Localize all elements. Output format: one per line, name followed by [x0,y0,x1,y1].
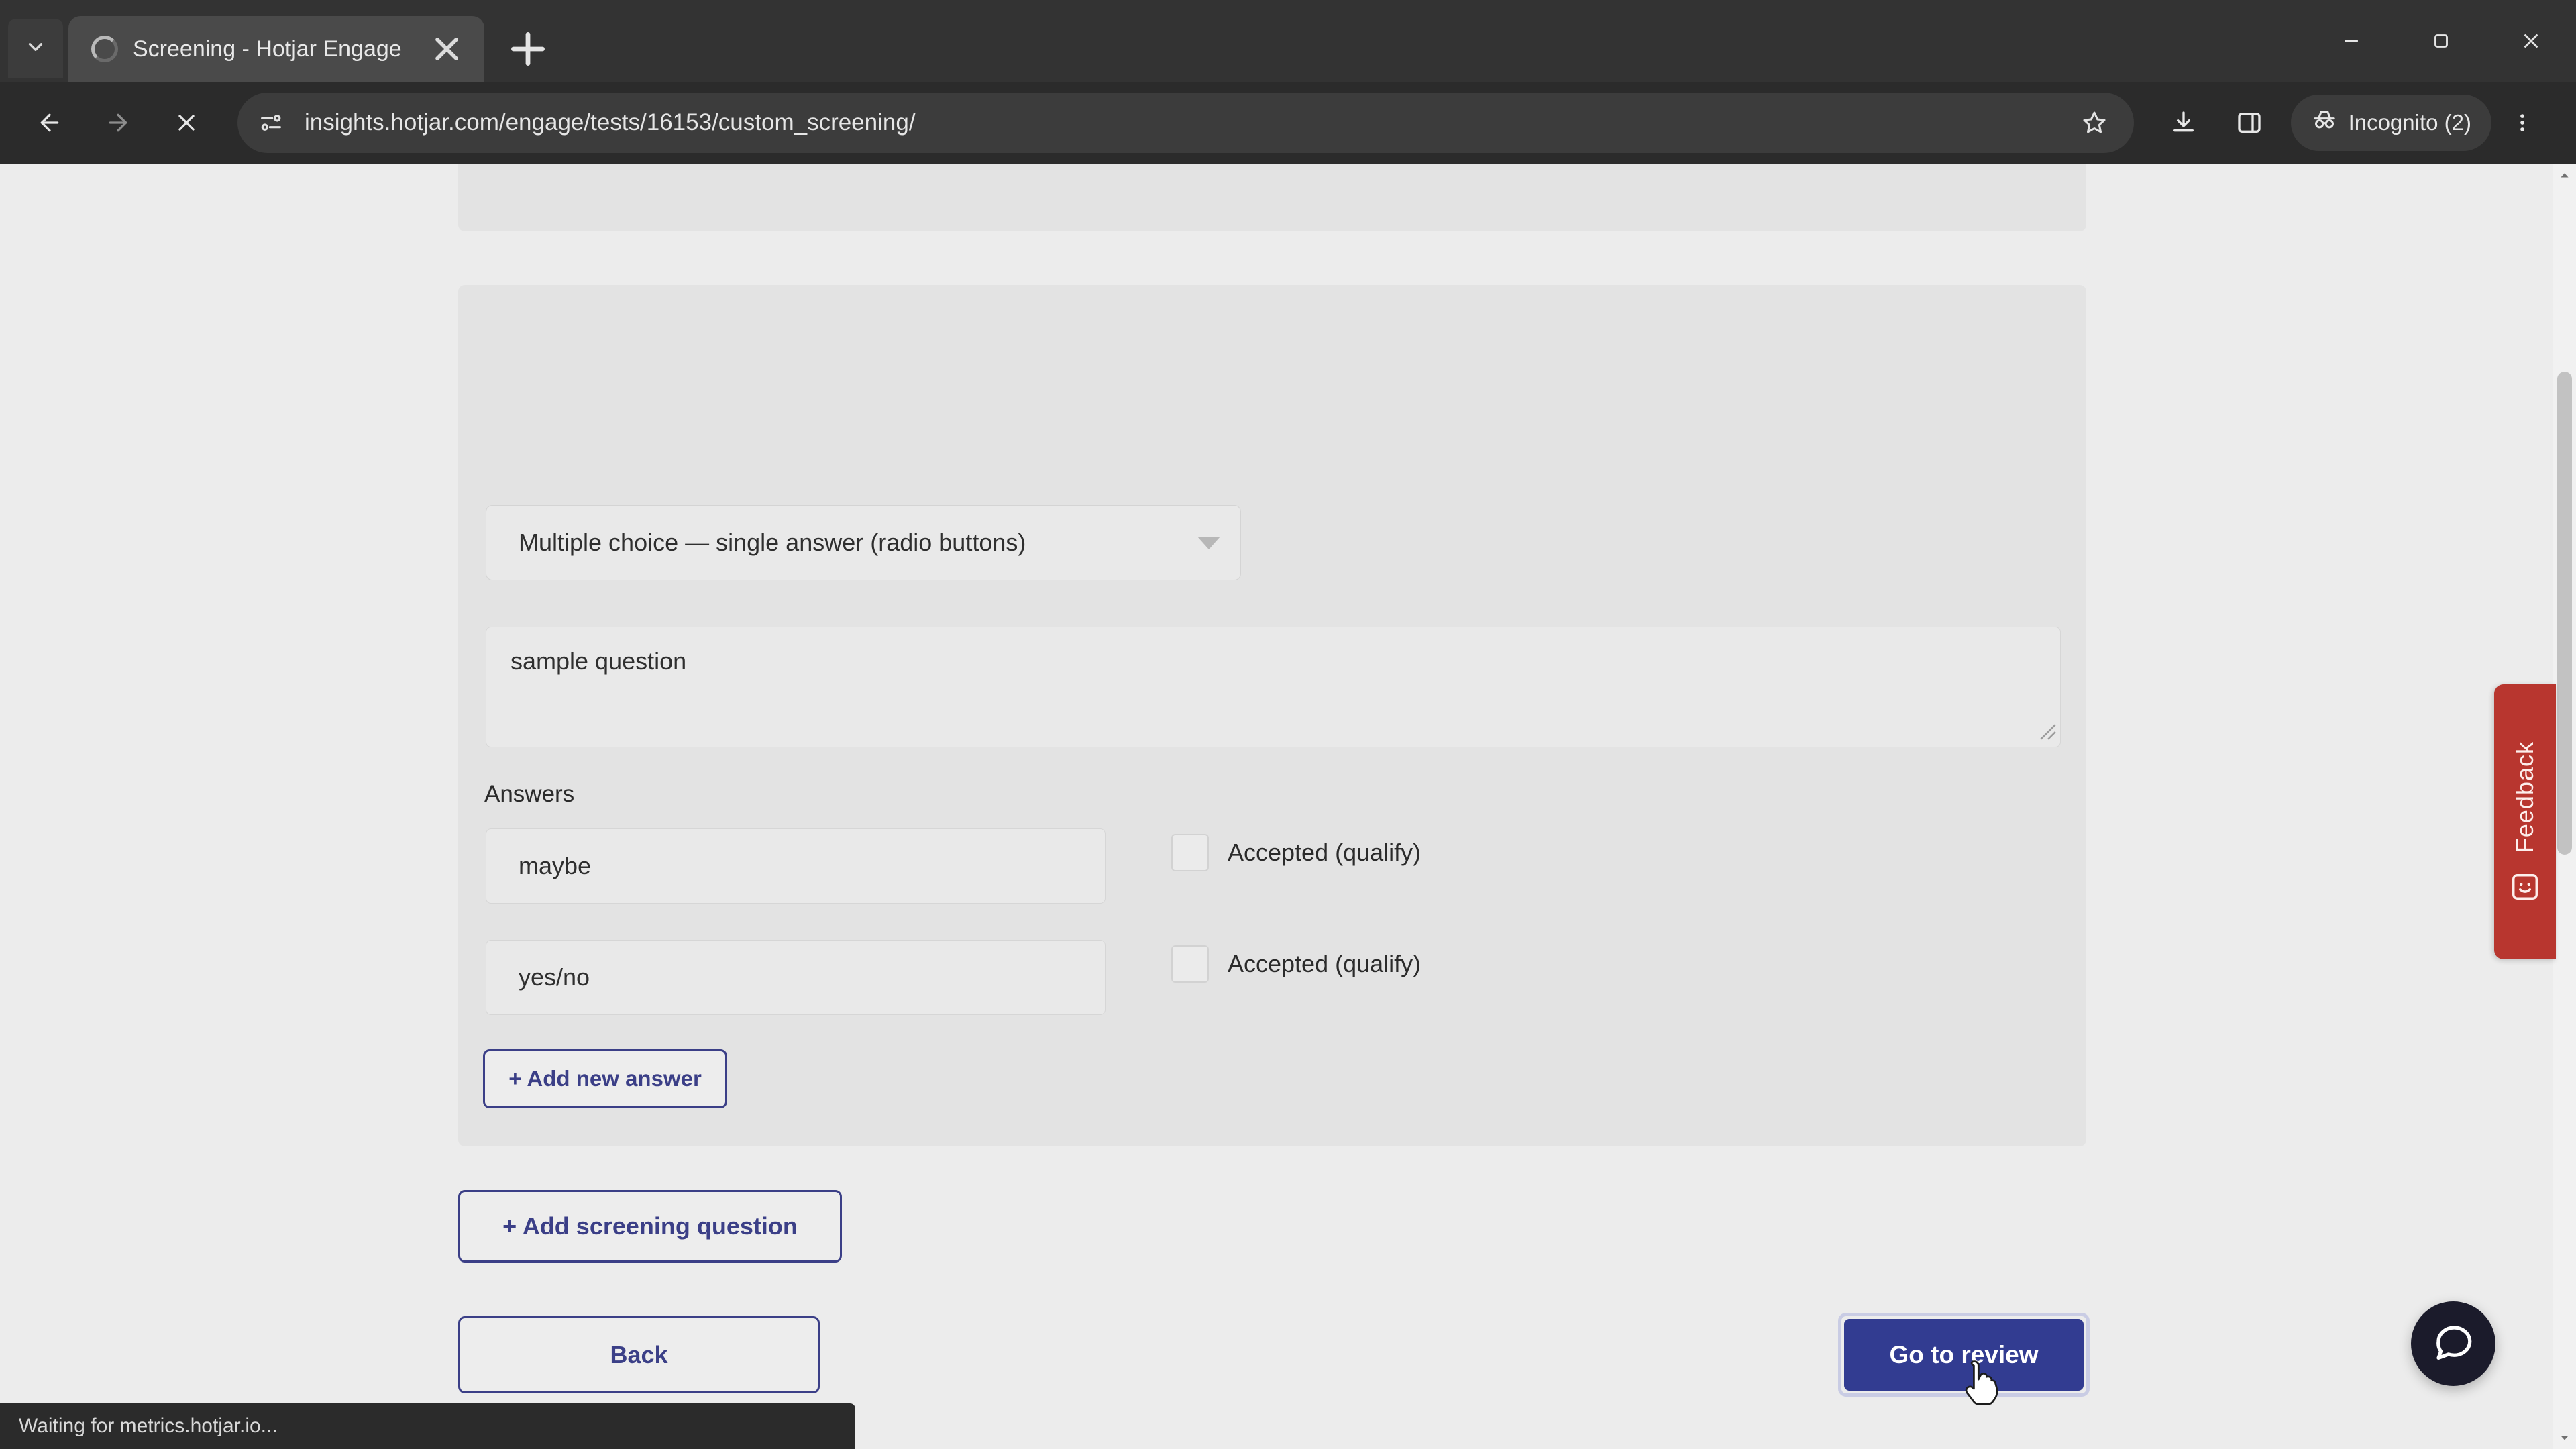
scroll-down-icon[interactable] [2553,1426,2576,1449]
accepted-checkbox-1[interactable] [1171,834,1209,871]
tab-strip: Screening - Hotjar Engage [0,0,2576,82]
go-to-review-focus-ring: Go to review [1838,1313,2090,1397]
accepted-label-2: Accepted (qualify) [1228,950,1421,977]
back-button[interactable]: Back [458,1316,820,1393]
previous-question-card [458,164,2086,231]
spinner-icon [91,36,118,62]
browser-window: Screening - Hotjar Engage insights.hotja… [0,0,2576,1449]
url-text[interactable]: insights.hotjar.com/engage/tests/16153/c… [305,109,2061,136]
tab-search-button[interactable] [8,19,63,78]
add-screening-question-button[interactable]: + Add screening question [458,1190,842,1263]
answers-label: Answers [484,781,575,807]
window-close-icon[interactable] [2486,0,2576,82]
status-bar: Waiting for metrics.hotjar.io... [0,1403,855,1449]
chevron-down-icon [24,36,47,62]
page-scrollbar[interactable] [2553,164,2576,1449]
maximize-restore-icon[interactable] [2396,0,2486,82]
page-viewport: + Add new answer Multiple choice — singl… [0,164,2576,1449]
browser-toolbar: insights.hotjar.com/engage/tests/16153/c… [0,82,2576,164]
answer-text-input-2[interactable] [486,940,1106,1015]
screening-form: + Add new answer Multiple choice — singl… [0,164,2557,1449]
download-icon[interactable] [2153,92,2214,154]
question-type-select[interactable]: Multiple choice — single answer (radio b… [486,505,1241,580]
scroll-up-icon[interactable] [2553,164,2576,186]
add-new-answer-button[interactable]: + Add new answer [483,1049,727,1108]
answer-text-input-1[interactable] [486,828,1106,904]
chat-bubble-icon [2431,1320,2475,1368]
caret-down-icon [1197,536,1220,549]
kebab-menu-icon[interactable] [2496,92,2549,154]
go-to-review-button[interactable]: Go to review [1844,1319,2084,1391]
stop-loading-icon[interactable] [154,91,219,155]
incognito-label: Incognito (2) [2348,110,2471,135]
window-controls [2306,0,2576,82]
site-settings-icon[interactable] [248,100,294,146]
question-type-value: Multiple choice — single answer (radio b… [519,529,1026,556]
chat-bubble-button[interactable] [2411,1301,2496,1386]
accepted-checkbox-2[interactable] [1171,945,1209,983]
incognito-indicator[interactable]: Incognito (2) [2290,95,2491,151]
address-bar[interactable]: insights.hotjar.com/engage/tests/16153/c… [237,93,2134,153]
close-icon[interactable] [428,30,466,68]
feedback-tab-label: Feedback [2511,741,2538,853]
new-tab-button[interactable] [503,24,553,74]
feedback-tab[interactable]: Feedback [2494,684,2556,959]
minimize-icon[interactable] [2306,0,2396,82]
question-text-input[interactable] [486,627,2061,747]
answer-accepted-group-2: Accepted (qualify) [1171,945,1421,983]
answer-accepted-group-1: Accepted (qualify) [1171,834,1421,871]
arrow-left-icon[interactable] [17,91,82,155]
scrollbar-thumb[interactable] [2557,372,2572,855]
accepted-label-1: Accepted (qualify) [1228,839,1421,866]
arrow-right-icon [86,91,150,155]
incognito-icon [2311,107,2338,139]
tab-title: Screening - Hotjar Engage [133,36,402,62]
browser-tab[interactable]: Screening - Hotjar Engage [68,16,484,82]
star-icon[interactable] [2072,101,2116,145]
side-panel-icon[interactable] [2218,92,2280,154]
smiley-feedback-icon [2510,871,2540,902]
